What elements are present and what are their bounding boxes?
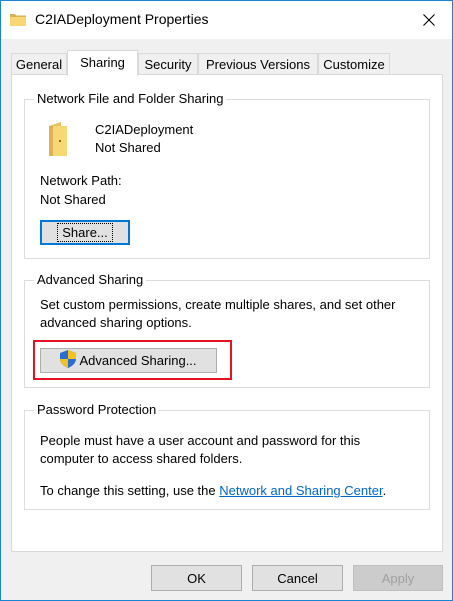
change-setting-text: To change this setting, use the Network …	[40, 483, 387, 498]
network-sharing-group: Network File and Folder Sharing C2IADepl…	[24, 91, 430, 259]
advanced-sharing-description-line1: Set custom permissions, create multiple …	[40, 297, 396, 312]
advanced-sharing-group: Advanced Sharing Set custom permissions,…	[24, 272, 430, 388]
password-description-line1: People must have a user account and pass…	[40, 433, 361, 448]
ok-button[interactable]: OK	[151, 565, 242, 591]
sharing-panel: Network File and Folder Sharing C2IADepl…	[11, 74, 443, 552]
advanced-sharing-description-line2: advanced sharing options.	[40, 315, 192, 330]
share-button[interactable]: Share...	[40, 220, 130, 245]
title-bar[interactable]: C2IADeployment Properties	[1, 1, 452, 39]
tab-sharing[interactable]: Sharing	[67, 50, 138, 76]
folder-icon	[10, 12, 26, 26]
advanced-sharing-button[interactable]: Advanced Sharing...	[40, 348, 217, 373]
group-title: Password Protection	[34, 402, 160, 417]
folder-name: C2IADeployment	[95, 122, 194, 137]
uac-shield-icon	[60, 350, 77, 371]
group-title: Advanced Sharing	[34, 272, 147, 287]
close-button[interactable]	[406, 1, 452, 39]
share-status: Not Shared	[95, 140, 161, 155]
network-path-label: Network Path:	[40, 173, 122, 188]
password-protection-group: Password Protection People must have a u…	[24, 402, 430, 510]
close-icon	[423, 14, 435, 26]
tab-previous-versions[interactable]: Previous Versions	[198, 53, 318, 75]
tab-general[interactable]: General	[11, 53, 67, 75]
properties-window: C2IADeployment Properties General Sharin…	[0, 0, 453, 601]
tab-customize[interactable]: Customize	[318, 53, 390, 75]
folder-icon	[47, 122, 69, 161]
tab-security[interactable]: Security	[138, 53, 198, 75]
window-title: C2IADeployment Properties	[35, 11, 209, 27]
apply-button[interactable]: Apply	[353, 565, 443, 591]
network-and-sharing-center-link[interactable]: Network and Sharing Center	[219, 483, 382, 498]
cancel-button[interactable]: Cancel	[252, 565, 343, 591]
group-title: Network File and Folder Sharing	[34, 91, 227, 106]
password-description-line2: computer to access shared folders.	[40, 451, 243, 466]
network-path-value: Not Shared	[40, 192, 106, 207]
